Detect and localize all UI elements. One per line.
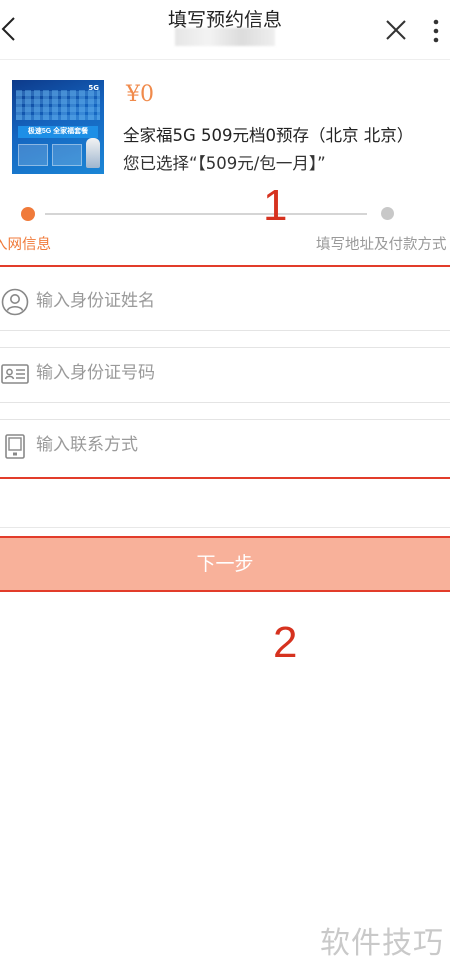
more-button[interactable] bbox=[430, 17, 442, 45]
user-icon bbox=[1, 288, 29, 316]
thumbnail-panel-right bbox=[52, 144, 82, 166]
top-bar: 填写预约信息 bbox=[0, 0, 450, 60]
phone-row bbox=[0, 411, 450, 481]
product-thumbnail: 5G 极速5G 全家福套餐 bbox=[12, 80, 104, 174]
step2-label: 填写地址及付款方式 bbox=[316, 237, 447, 253]
thumbnail-pattern bbox=[16, 90, 100, 120]
product-price: ¥0 bbox=[126, 82, 154, 107]
close-button[interactable] bbox=[384, 18, 408, 42]
divider bbox=[0, 402, 450, 403]
product-card: 5G 极速5G 全家福套餐 ¥0 全家福5G 509元档0预存（北京 北京） 您… bbox=[0, 60, 450, 190]
id-card-icon bbox=[1, 360, 29, 388]
thumbnail-panel-left bbox=[18, 144, 48, 166]
phone-input[interactable] bbox=[36, 425, 436, 465]
next-step-button[interactable]: 下一步 bbox=[0, 536, 450, 592]
product-name: 全家福5G 509元档0预存（北京 北京） bbox=[123, 126, 414, 145]
page-subtitle bbox=[175, 28, 275, 46]
step1-label: 入网信息 bbox=[0, 237, 51, 253]
step-connector bbox=[45, 213, 367, 215]
watermark: 软件技巧 bbox=[320, 926, 444, 961]
step2-dot bbox=[381, 207, 394, 220]
thumbnail-title: 极速5G 全家福套餐 bbox=[18, 126, 98, 138]
id-info-form bbox=[0, 265, 450, 479]
annotation-marker-1: 1 bbox=[263, 181, 288, 230]
name-input[interactable] bbox=[36, 281, 436, 321]
more-vertical-icon bbox=[433, 19, 439, 43]
step1-dot bbox=[21, 207, 35, 221]
annotation-marker-2: 2 bbox=[273, 618, 298, 667]
divider bbox=[0, 330, 450, 331]
progress-steps: 1 入网信息 填写地址及付款方式 bbox=[0, 181, 450, 265]
divider bbox=[0, 527, 450, 528]
thumbnail-figure bbox=[86, 138, 100, 168]
product-selection: 您已选择“【509元/包一月】” bbox=[123, 154, 326, 173]
phone-icon bbox=[1, 432, 29, 460]
id-number-row bbox=[0, 339, 450, 409]
id-number-input[interactable] bbox=[36, 353, 436, 393]
close-icon bbox=[386, 20, 406, 40]
name-row bbox=[0, 267, 450, 337]
